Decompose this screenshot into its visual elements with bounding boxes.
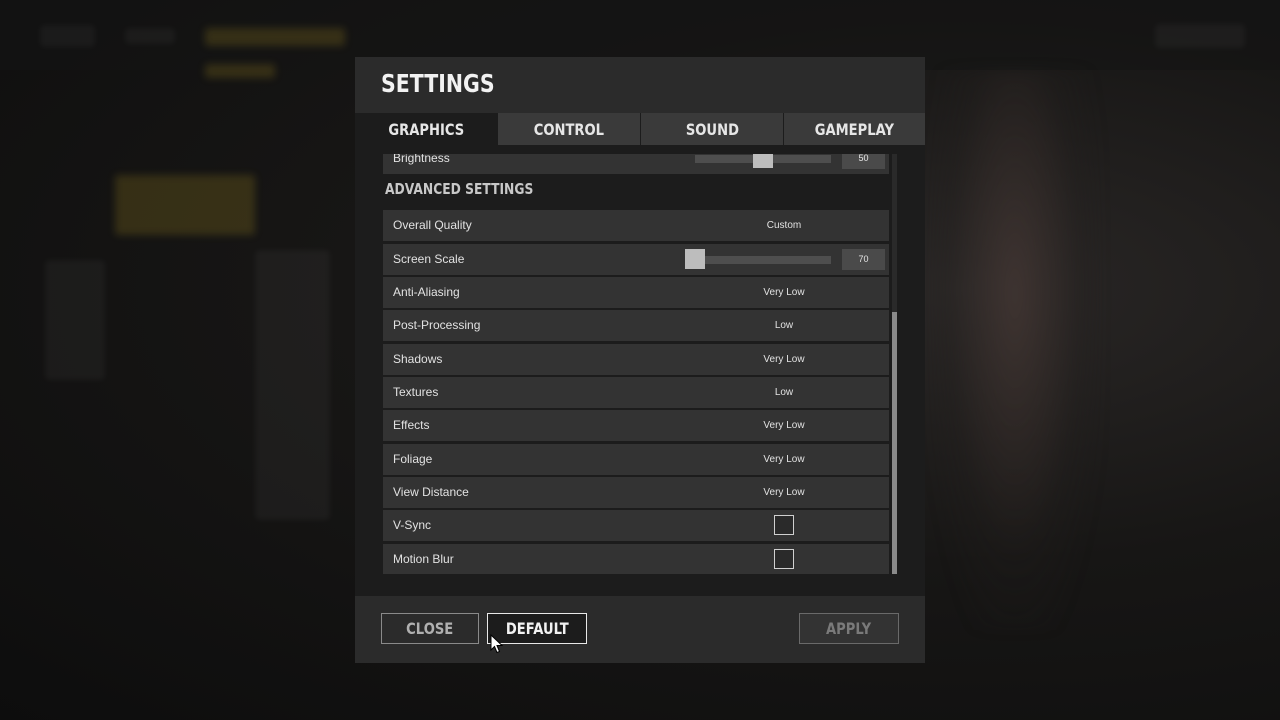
setting-value[interactable]: Very Low [741, 477, 827, 508]
mouse-cursor-icon [490, 634, 504, 654]
setting-row-effects[interactable]: Effects Very Low [383, 410, 889, 441]
setting-value[interactable]: Very Low [741, 344, 827, 375]
motion-blur-checkbox[interactable] [774, 549, 794, 569]
setting-row-textures[interactable]: Textures Low [383, 377, 889, 408]
close-button[interactable]: CLOSE [381, 613, 479, 644]
setting-row-overall-quality[interactable]: Overall Quality Custom [383, 210, 889, 241]
setting-row-foliage[interactable]: Foliage Very Low [383, 444, 889, 475]
background-blur [1155, 24, 1245, 48]
setting-row-view-distance[interactable]: View Distance Very Low [383, 477, 889, 508]
setting-row-motion-blur: Motion Blur [383, 544, 889, 574]
settings-header: SETTINGS [355, 57, 925, 113]
setting-label: V-Sync [393, 518, 432, 532]
section-title: ADVANCED SETTINGS [385, 180, 534, 198]
tab-label: SOUND [685, 119, 739, 139]
setting-label: Anti-Aliasing [393, 285, 460, 299]
screen-scale-slider-thumb[interactable] [685, 249, 705, 269]
background-blur [205, 28, 345, 46]
setting-value[interactable]: Low [741, 377, 827, 408]
settings-footer: CLOSE DEFAULT APPLY [355, 596, 925, 663]
close-button-label: CLOSE [406, 619, 454, 638]
background-blur [45, 260, 105, 380]
setting-value[interactable]: Custom [741, 210, 827, 241]
tab-control[interactable]: CONTROL [498, 113, 640, 145]
background-blur [125, 28, 175, 44]
tab-label: GAMEPLAY [814, 119, 895, 139]
settings-tabs: GRAPHICS CONTROL SOUND GAMEPLAY [355, 113, 925, 145]
setting-label: Post-Processing [393, 318, 481, 332]
apply-button[interactable]: APPLY [799, 613, 899, 644]
setting-row-anti-aliasing[interactable]: Anti-Aliasing Very Low [383, 277, 889, 308]
setting-row-post-processing[interactable]: Post-Processing Low [383, 310, 889, 341]
tab-sound[interactable]: SOUND [641, 113, 783, 145]
setting-label: Textures [393, 385, 439, 399]
tab-label: CONTROL [533, 119, 605, 139]
setting-label: Brightness [393, 154, 450, 165]
settings-panel: SETTINGS GRAPHICS CONTROL SOUND GAMEPLAY… [355, 57, 925, 663]
page-title: SETTINGS [381, 69, 495, 98]
setting-label: Screen Scale [393, 252, 465, 266]
setting-row-shadows[interactable]: Shadows Very Low [383, 344, 889, 375]
setting-label: View Distance [393, 485, 469, 499]
vsync-checkbox[interactable] [774, 515, 794, 535]
apply-button-label: APPLY [826, 619, 872, 638]
tab-gameplay[interactable]: GAMEPLAY [784, 113, 925, 145]
setting-row-brightness: Brightness 50 [383, 154, 889, 174]
background-blur [40, 25, 95, 47]
setting-value[interactable]: Very Low [741, 277, 827, 308]
tab-graphics[interactable]: GRAPHICS [355, 113, 497, 145]
setting-value[interactable]: Very Low [741, 410, 827, 441]
setting-row-vsync: V-Sync [383, 510, 889, 541]
background-blur [205, 64, 275, 78]
scrollbar-thumb[interactable] [892, 312, 897, 574]
background-blur [255, 250, 330, 520]
background-blur [115, 175, 255, 235]
setting-label: Shadows [393, 352, 443, 366]
brightness-value-box[interactable]: 50 [842, 154, 885, 169]
background-character [930, 70, 1100, 630]
setting-label: Motion Blur [393, 552, 454, 566]
settings-list: Brightness 50 ADVANCED SETTINGS Overall … [383, 154, 889, 574]
default-button-label: DEFAULT [505, 619, 569, 638]
setting-row-screen-scale: Screen Scale 70 [383, 244, 889, 275]
setting-label: Foliage [393, 452, 433, 466]
screen-scale-slider-track[interactable] [695, 256, 831, 264]
screen-scale-value-box[interactable]: 70 [842, 249, 885, 270]
setting-label: Effects [393, 418, 430, 432]
setting-value[interactable]: Low [741, 310, 827, 341]
setting-value[interactable]: Very Low [741, 444, 827, 475]
brightness-slider-thumb[interactable] [753, 154, 773, 168]
setting-label: Overall Quality [393, 218, 472, 232]
tab-label: GRAPHICS [388, 119, 464, 139]
